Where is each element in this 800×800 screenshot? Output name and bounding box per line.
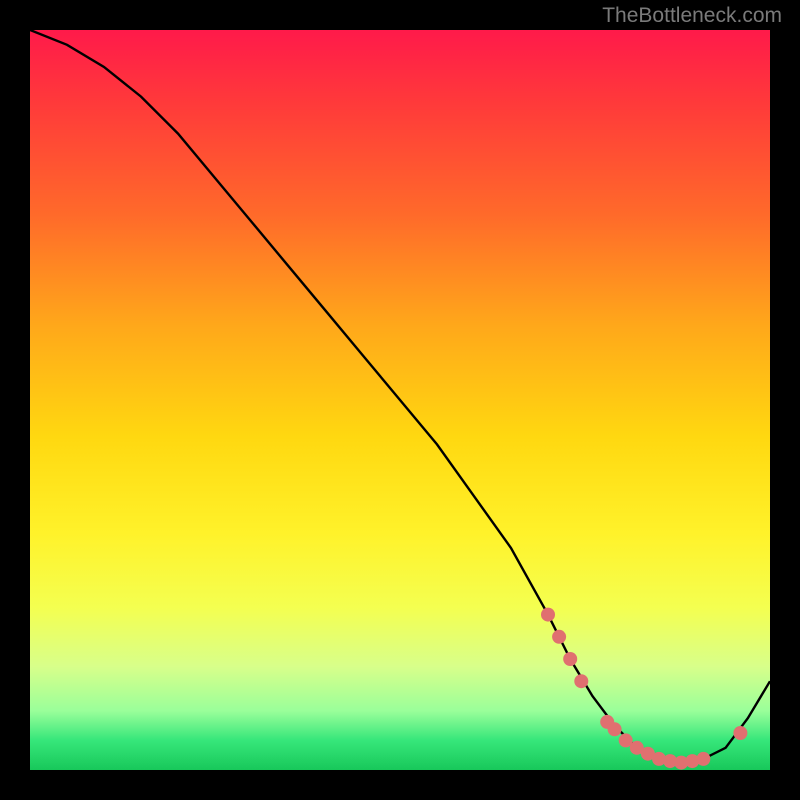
watermark-text: TheBottleneck.com: [602, 4, 782, 28]
marker-dot: [552, 630, 566, 644]
chart-markers: [541, 608, 747, 770]
marker-dot: [696, 752, 710, 766]
marker-dot: [541, 608, 555, 622]
marker-dot: [574, 674, 588, 688]
marker-dot: [563, 652, 577, 666]
marker-dot: [733, 726, 747, 740]
chart-svg: [30, 30, 770, 770]
marker-dot: [608, 722, 622, 736]
chart-curve: [30, 30, 770, 763]
